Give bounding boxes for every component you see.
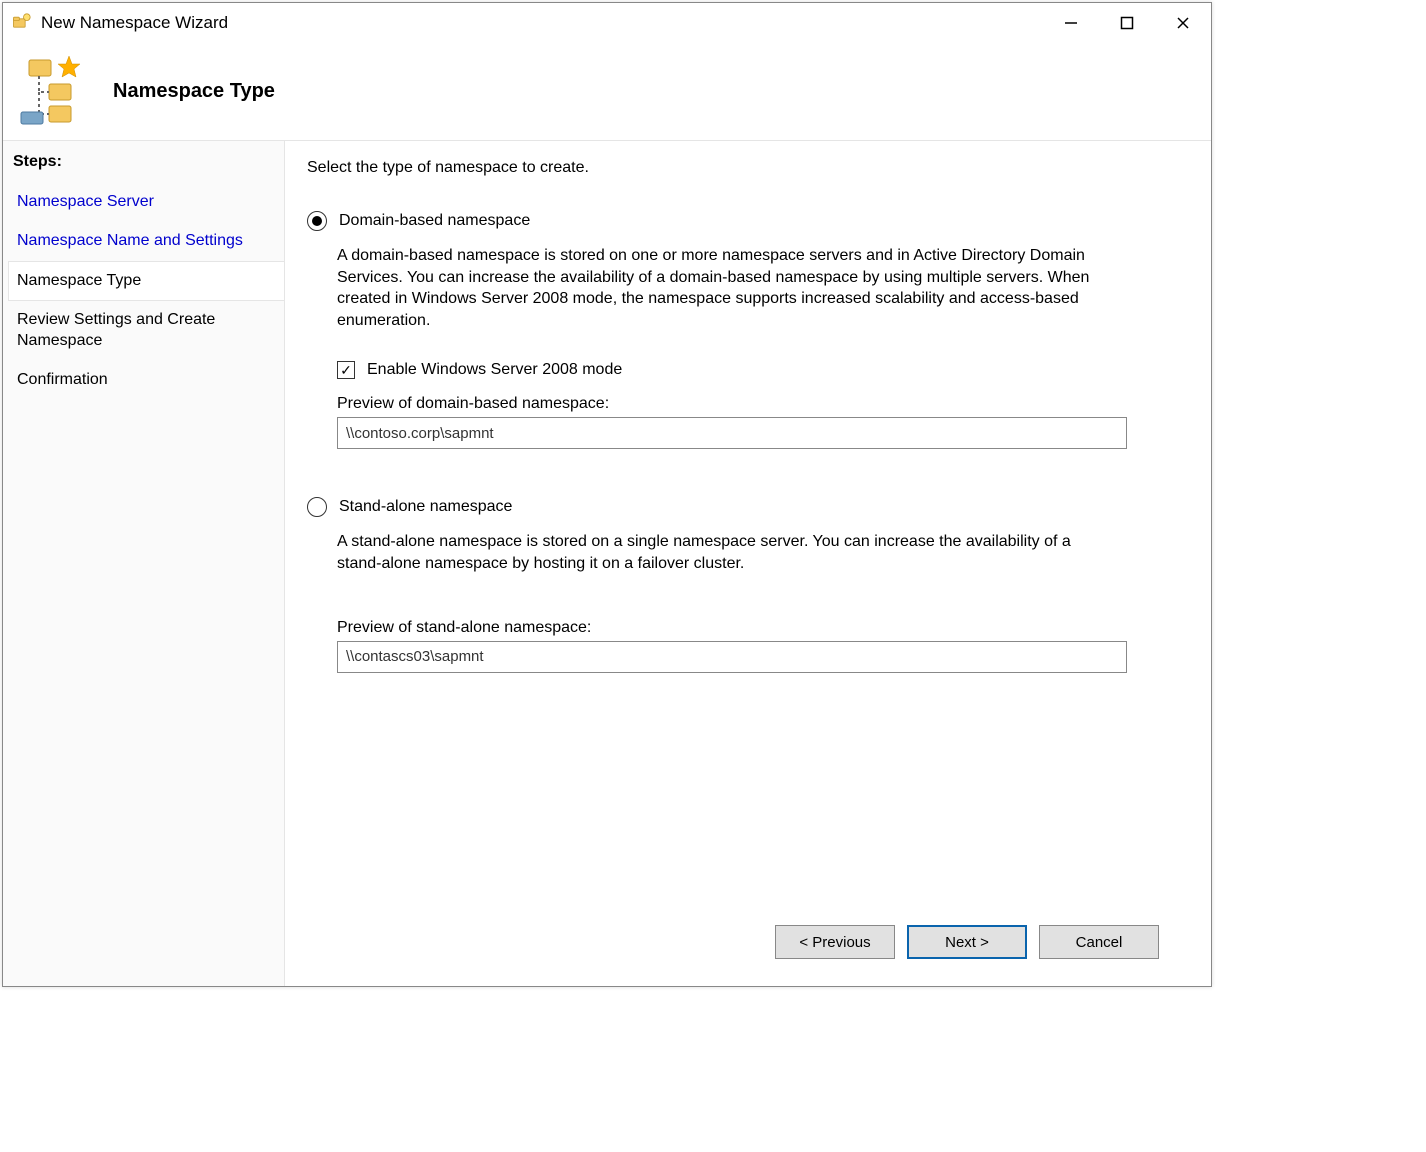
domain-description: A domain-based namespace is stored on on… — [337, 245, 1117, 331]
wizard-icon — [17, 56, 89, 128]
step-namespace-server[interactable]: Namespace Server — [13, 183, 274, 222]
domain-sub-block: ✓ Enable Windows Server 2008 mode Previe… — [337, 361, 1185, 449]
step-namespace-type[interactable]: Namespace Type — [8, 261, 285, 302]
close-button[interactable] — [1155, 3, 1211, 43]
checkbox-icon: ✓ — [337, 361, 355, 379]
standalone-preview-input[interactable] — [337, 641, 1127, 673]
maximize-button[interactable] — [1099, 3, 1155, 43]
minimize-button[interactable] — [1043, 3, 1099, 43]
steps-sidebar: Steps: Namespace Server Namespace Name a… — [3, 141, 285, 986]
wizard-window: New Namespace Wizard Namespac — [2, 2, 1212, 987]
cancel-button[interactable]: Cancel — [1039, 925, 1159, 959]
domain-preview-label: Preview of domain-based namespace: — [337, 395, 1185, 413]
steps-header: Steps: — [13, 153, 274, 171]
step-review-create[interactable]: Review Settings and Create Namespace — [13, 301, 274, 361]
next-button[interactable]: Next > — [907, 925, 1027, 959]
wizard-body: Steps: Namespace Server Namespace Name a… — [3, 141, 1211, 986]
standalone-description: A stand-alone namespace is stored on a s… — [337, 531, 1117, 574]
radio-icon — [307, 497, 327, 517]
wizard-content: Select the type of namespace to create. … — [285, 141, 1211, 986]
instruction-text: Select the type of namespace to create. — [307, 159, 1185, 177]
titlebar: New Namespace Wizard — [3, 3, 1211, 43]
previous-button[interactable]: < Previous — [775, 925, 895, 959]
radio-stand-alone[interactable]: Stand-alone namespace — [307, 497, 1185, 517]
radio-domain-based[interactable]: Domain-based namespace — [307, 211, 1185, 231]
window-controls — [1043, 3, 1211, 43]
wizard-header: Namespace Type — [3, 43, 1211, 141]
wizard-footer: < Previous Next > Cancel — [307, 910, 1185, 974]
radio-icon — [307, 211, 327, 231]
step-namespace-name-settings[interactable]: Namespace Name and Settings — [13, 222, 274, 261]
checkbox-label: Enable Windows Server 2008 mode — [367, 361, 622, 379]
page-title: Namespace Type — [113, 80, 275, 103]
radio-label-standalone: Stand-alone namespace — [339, 498, 512, 516]
app-icon — [11, 13, 31, 33]
checkbox-ws2008-mode[interactable]: ✓ Enable Windows Server 2008 mode — [337, 361, 1185, 379]
standalone-sub-block: Preview of stand-alone namespace: — [337, 619, 1185, 673]
window-title: New Namespace Wizard — [41, 13, 228, 33]
domain-preview-input[interactable] — [337, 417, 1127, 449]
standalone-preview-label: Preview of stand-alone namespace: — [337, 619, 1185, 637]
radio-label-domain: Domain-based namespace — [339, 212, 530, 230]
step-confirmation[interactable]: Confirmation — [13, 361, 274, 400]
